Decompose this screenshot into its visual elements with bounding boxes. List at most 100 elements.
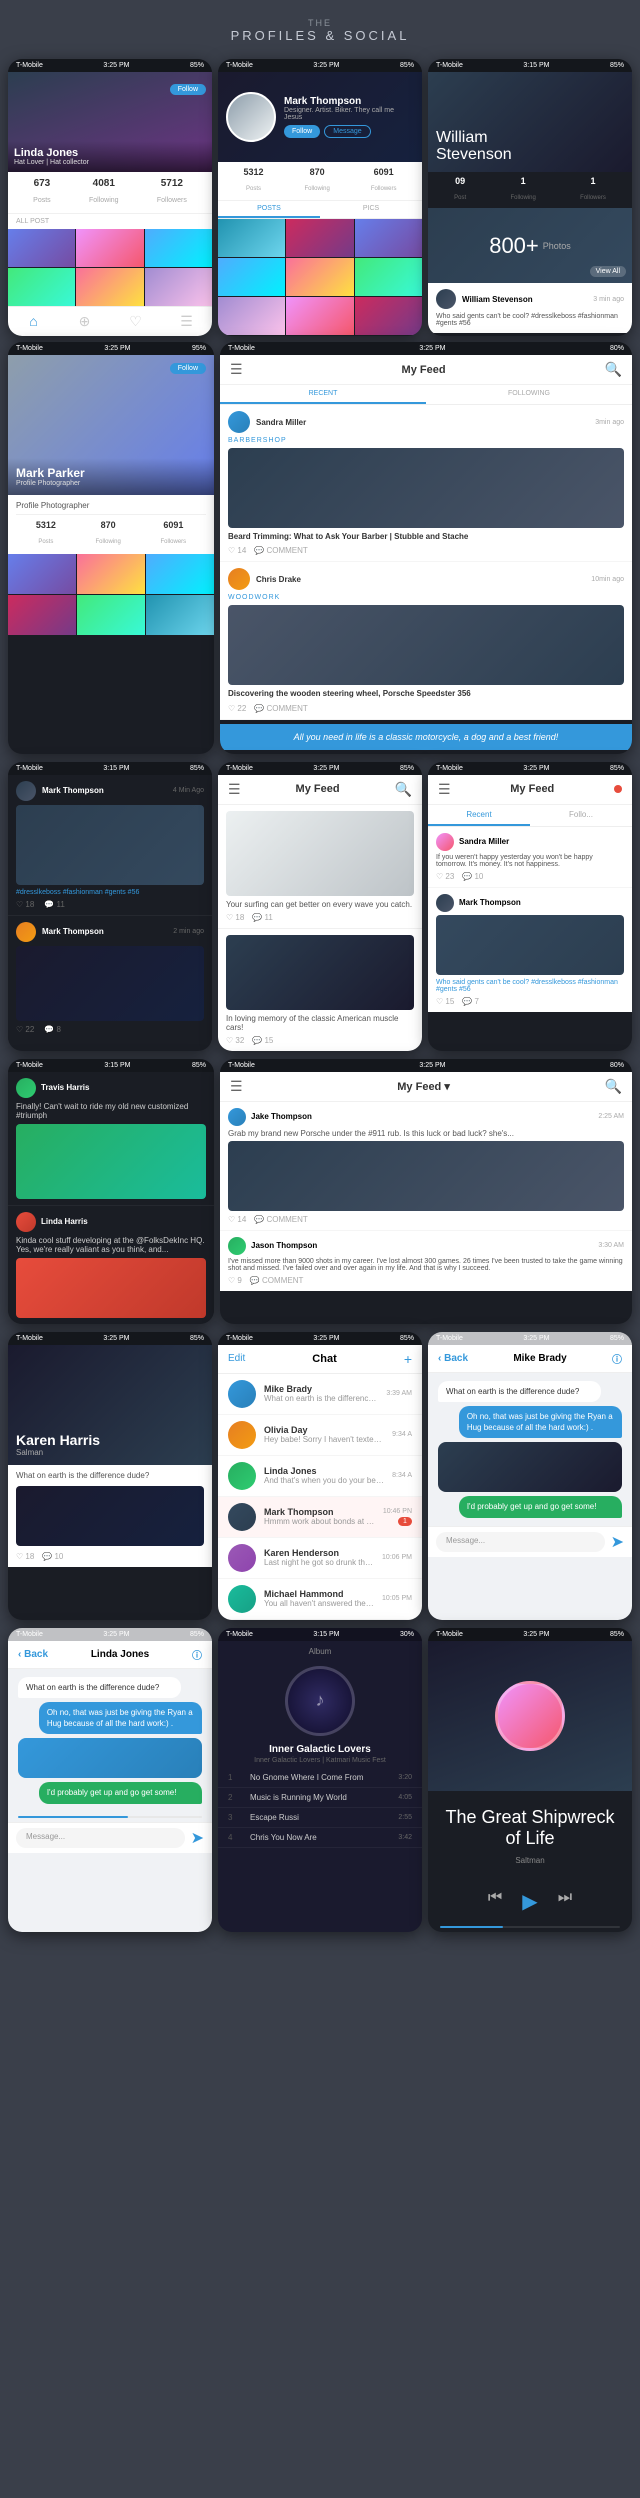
all-posts-label: ALL POST bbox=[8, 214, 212, 229]
grid-photo-4[interactable] bbox=[8, 268, 75, 306]
mark-followers: 6091 bbox=[371, 167, 397, 177]
mark-grid-5[interactable] bbox=[286, 258, 353, 296]
nav-search[interactable]: ⊕ bbox=[59, 311, 110, 332]
rf-following-tab[interactable]: Follo... bbox=[530, 805, 632, 826]
p-grid-6[interactable] bbox=[146, 595, 214, 635]
nav-home[interactable]: ⌂ bbox=[8, 311, 59, 332]
p-grid-1[interactable] bbox=[8, 554, 76, 594]
follow-button[interactable]: Follow bbox=[170, 84, 206, 95]
following-tab[interactable]: FOLLOWING bbox=[426, 385, 632, 404]
rf-like-1[interactable]: ♡ 23 bbox=[436, 872, 454, 881]
chat-item-1[interactable]: Olivia Day Hey babe! Sorry I haven't tex… bbox=[218, 1415, 422, 1456]
rf-comment-2[interactable]: 💬 7 bbox=[462, 997, 479, 1006]
mark-grid-1[interactable] bbox=[218, 219, 285, 257]
view-all-btn[interactable]: View All bbox=[590, 266, 626, 277]
mark-grid-4[interactable] bbox=[218, 258, 285, 296]
photo-follow-btn[interactable]: Follow bbox=[170, 363, 206, 374]
karen-like[interactable]: ♡ 18 bbox=[16, 1552, 34, 1561]
info-btn[interactable]: ⓘ bbox=[612, 1351, 622, 1366]
linda-info-btn[interactable]: ⓘ bbox=[192, 1647, 202, 1662]
recent-tab[interactable]: RECENT bbox=[220, 385, 426, 404]
wfeed-search[interactable]: 🔍 bbox=[395, 781, 412, 798]
like-action-2[interactable]: ♡ 22 bbox=[228, 704, 246, 713]
wfeed-text-2: In loving memory of the classic American… bbox=[226, 1014, 414, 1032]
grid-photo-3[interactable] bbox=[145, 229, 212, 267]
rf-recent-tab[interactable]: Recent bbox=[428, 805, 530, 826]
status-bar-william: T-Mobile 3:15 PM 85% bbox=[428, 59, 632, 72]
search-icon[interactable]: 🔍 bbox=[605, 361, 622, 378]
track-1[interactable]: 2 Music is Running My World 4:05 bbox=[218, 1788, 422, 1808]
wfeed-menu[interactable]: ☰ bbox=[228, 781, 241, 798]
p-grid-2[interactable] bbox=[77, 554, 145, 594]
prev-icon[interactable]: ⏮ bbox=[488, 1889, 502, 1914]
menu-icon[interactable]: ☰ bbox=[230, 361, 243, 378]
phone-william-profile: T-Mobile 3:15 PM 85% William Stevenson 0… bbox=[428, 59, 632, 336]
moto-like-1[interactable]: ♡ 18 bbox=[16, 900, 34, 909]
grid-photo-6[interactable] bbox=[145, 268, 212, 306]
mark-grid-6[interactable] bbox=[355, 258, 422, 296]
wfeed-like-2[interactable]: ♡ 32 bbox=[226, 1036, 244, 1045]
porsche-like-2[interactable]: ♡ 9 bbox=[228, 1276, 242, 1285]
message-input[interactable]: Message... bbox=[436, 1532, 605, 1552]
chat-item-0[interactable]: Mike Brady What on earth is the differen… bbox=[218, 1374, 422, 1415]
mark-grid-9[interactable] bbox=[355, 297, 422, 335]
p-grid-3[interactable] bbox=[146, 554, 214, 594]
moto-like-2[interactable]: ♡ 22 bbox=[16, 1025, 34, 1034]
edit-btn[interactable]: Edit bbox=[228, 1353, 245, 1364]
moto-comment-2[interactable]: 💬 8 bbox=[44, 1025, 61, 1034]
send-btn[interactable]: ➤ bbox=[611, 1532, 624, 1552]
back-btn[interactable]: ‹ Back bbox=[438, 1353, 468, 1364]
chat-item-2[interactable]: Linda Jones And that's when you do your … bbox=[218, 1456, 422, 1497]
photos-banner: 800+ Photos View All bbox=[428, 208, 632, 283]
mark-grid-7[interactable] bbox=[218, 297, 285, 335]
moto-post-1: Mark Thompson 4 Min Ago #dresslkeboss #f… bbox=[8, 775, 212, 915]
track-2[interactable]: 3 Escape Russi 2:55 bbox=[218, 1808, 422, 1828]
comment-action-2[interactable]: 💬 COMMENT bbox=[254, 704, 308, 713]
chat-name-3: Mark Thompson bbox=[264, 1507, 375, 1517]
grid-photo-2[interactable] bbox=[76, 229, 143, 267]
mark-grid-8[interactable] bbox=[286, 297, 353, 335]
porsche-av-1 bbox=[228, 1108, 246, 1126]
wfeed-comment-1[interactable]: 💬 11 bbox=[252, 913, 273, 922]
porsche-comment-1[interactable]: 💬 COMMENT bbox=[254, 1215, 308, 1224]
linda-message-input[interactable]: Message... bbox=[16, 1828, 185, 1848]
chat-item-5[interactable]: Michael Hammond You all haven't answered… bbox=[218, 1579, 422, 1620]
karen-image bbox=[16, 1486, 204, 1546]
pics-tab[interactable]: PICS bbox=[320, 201, 422, 218]
next-icon[interactable]: ⏭ bbox=[558, 1889, 572, 1914]
grid-photo-1[interactable] bbox=[8, 229, 75, 267]
track-0[interactable]: 1 No Gnome Where I Come From 3:20 bbox=[218, 1768, 422, 1788]
track-3[interactable]: 4 Chris You Now Are 3:42 bbox=[218, 1828, 422, 1848]
comment-action[interactable]: 💬 COMMENT bbox=[254, 546, 308, 555]
chat-item-4[interactable]: Karen Henderson Last night he got so dru… bbox=[218, 1538, 422, 1579]
like-action[interactable]: ♡ 14 bbox=[228, 546, 246, 555]
porsche-search[interactable]: 🔍 bbox=[605, 1078, 622, 1095]
nav-menu[interactable]: ☰ bbox=[161, 311, 212, 332]
wfeed-comment-2[interactable]: 💬 15 bbox=[252, 1036, 273, 1045]
mark-message-btn[interactable]: Message bbox=[324, 125, 370, 138]
compose-btn[interactable]: + bbox=[404, 1351, 412, 1367]
rf-comment-1[interactable]: 💬 10 bbox=[462, 872, 483, 881]
wfeed-like-1[interactable]: ♡ 18 bbox=[226, 913, 244, 922]
mark-grid-3[interactable] bbox=[355, 219, 422, 257]
book-title: The Great Shipwreck of Life bbox=[440, 1807, 620, 1850]
rf-menu[interactable]: ☰ bbox=[438, 781, 451, 798]
p-grid-5[interactable] bbox=[77, 595, 145, 635]
grid-photo-5[interactable] bbox=[76, 268, 143, 306]
status-bar-karen: T-Mobile 3:25 PM 85% bbox=[8, 1332, 212, 1345]
porsche-like-1[interactable]: ♡ 14 bbox=[228, 1215, 246, 1224]
mark-follow-btn[interactable]: Follow bbox=[284, 125, 320, 138]
chat-item-3[interactable]: Mark Thompson Hmmm work about bonds at t… bbox=[218, 1497, 422, 1538]
p-grid-4[interactable] bbox=[8, 595, 76, 635]
porsche-menu[interactable]: ☰ bbox=[230, 1078, 243, 1095]
karen-comment[interactable]: 💬 10 bbox=[42, 1552, 63, 1561]
linda-back-btn[interactable]: ‹ Back bbox=[18, 1649, 48, 1660]
mark-grid-2[interactable] bbox=[286, 219, 353, 257]
linda-send-btn[interactable]: ➤ bbox=[191, 1828, 204, 1848]
moto-comment-1[interactable]: 💬 11 bbox=[44, 900, 65, 909]
play-icon[interactable]: ▶ bbox=[522, 1889, 537, 1914]
rf-like-2[interactable]: ♡ 15 bbox=[436, 997, 454, 1006]
nav-profile[interactable]: ♡ bbox=[110, 311, 161, 332]
posts-tab[interactable]: POSTS bbox=[218, 201, 320, 218]
porsche-comment-2[interactable]: 💬 COMMENT bbox=[250, 1276, 304, 1285]
